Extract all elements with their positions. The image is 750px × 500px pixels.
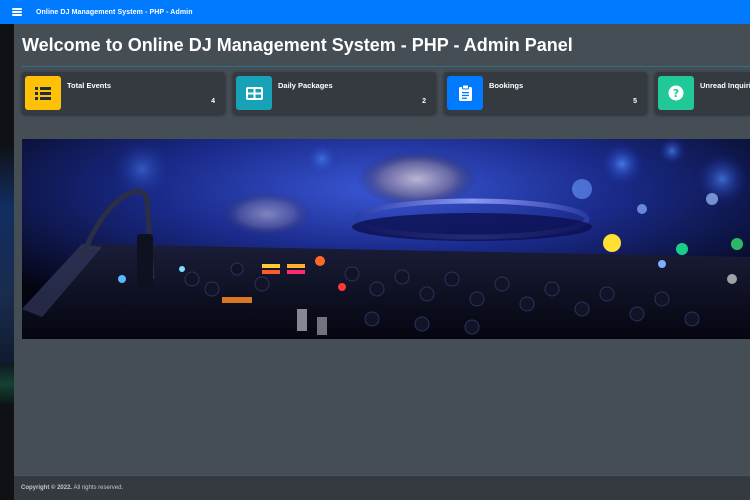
footer-copyright-year: Copyright © 2022. bbox=[21, 485, 73, 491]
navbar-title: Online DJ Management System - PHP - Admi… bbox=[36, 8, 193, 16]
page-title: Welcome to Online DJ Management System -… bbox=[22, 35, 573, 55]
sidebar-background-accent bbox=[0, 364, 14, 404]
dj-banner-image bbox=[22, 139, 750, 339]
info-card-bookings[interactable]: Bookings 5 bbox=[444, 72, 647, 114]
top-navbar: Online DJ Management System - PHP - Admi… bbox=[0, 0, 750, 24]
info-card-daily-packages[interactable]: Daily Packages 2 bbox=[233, 72, 436, 114]
card-count: 4 bbox=[211, 98, 215, 105]
page-header: Welcome to Online DJ Management System -… bbox=[22, 34, 750, 67]
svg-text:?: ? bbox=[673, 87, 679, 100]
card-label: Total Events bbox=[67, 81, 112, 90]
table-icon bbox=[236, 76, 272, 110]
card-label: Daily Packages bbox=[278, 81, 333, 90]
clipboard-icon bbox=[447, 76, 483, 110]
main-footer: Copyright © 2022. All rights reserved. bbox=[14, 475, 750, 500]
info-cards-row: Total Events 4 Daily Packages 2 Bookings… bbox=[22, 72, 750, 114]
info-card-unread-inquiries[interactable]: ? Unread Inquiries bbox=[655, 72, 750, 114]
card-count: 5 bbox=[633, 98, 637, 105]
card-label: Unread Inquiries bbox=[700, 81, 750, 90]
sidebar-background bbox=[0, 144, 14, 394]
content-wrapper: Welcome to Online DJ Management System -… bbox=[14, 24, 750, 475]
app-root: Online DJ Management System - PHP - Admi… bbox=[0, 0, 750, 500]
question-circle-icon: ? bbox=[658, 76, 694, 110]
list-icon bbox=[25, 76, 61, 110]
footer-copyright: Copyright © 2022. All rights reserved. bbox=[21, 485, 123, 491]
card-count: 2 bbox=[422, 98, 426, 105]
footer-rights: All rights reserved. bbox=[73, 485, 124, 491]
info-card-total-events[interactable]: Total Events 4 bbox=[22, 72, 225, 114]
sidebar[interactable] bbox=[0, 24, 14, 500]
hamburger-menu-icon[interactable] bbox=[12, 8, 22, 16]
card-label: Bookings bbox=[489, 81, 524, 90]
